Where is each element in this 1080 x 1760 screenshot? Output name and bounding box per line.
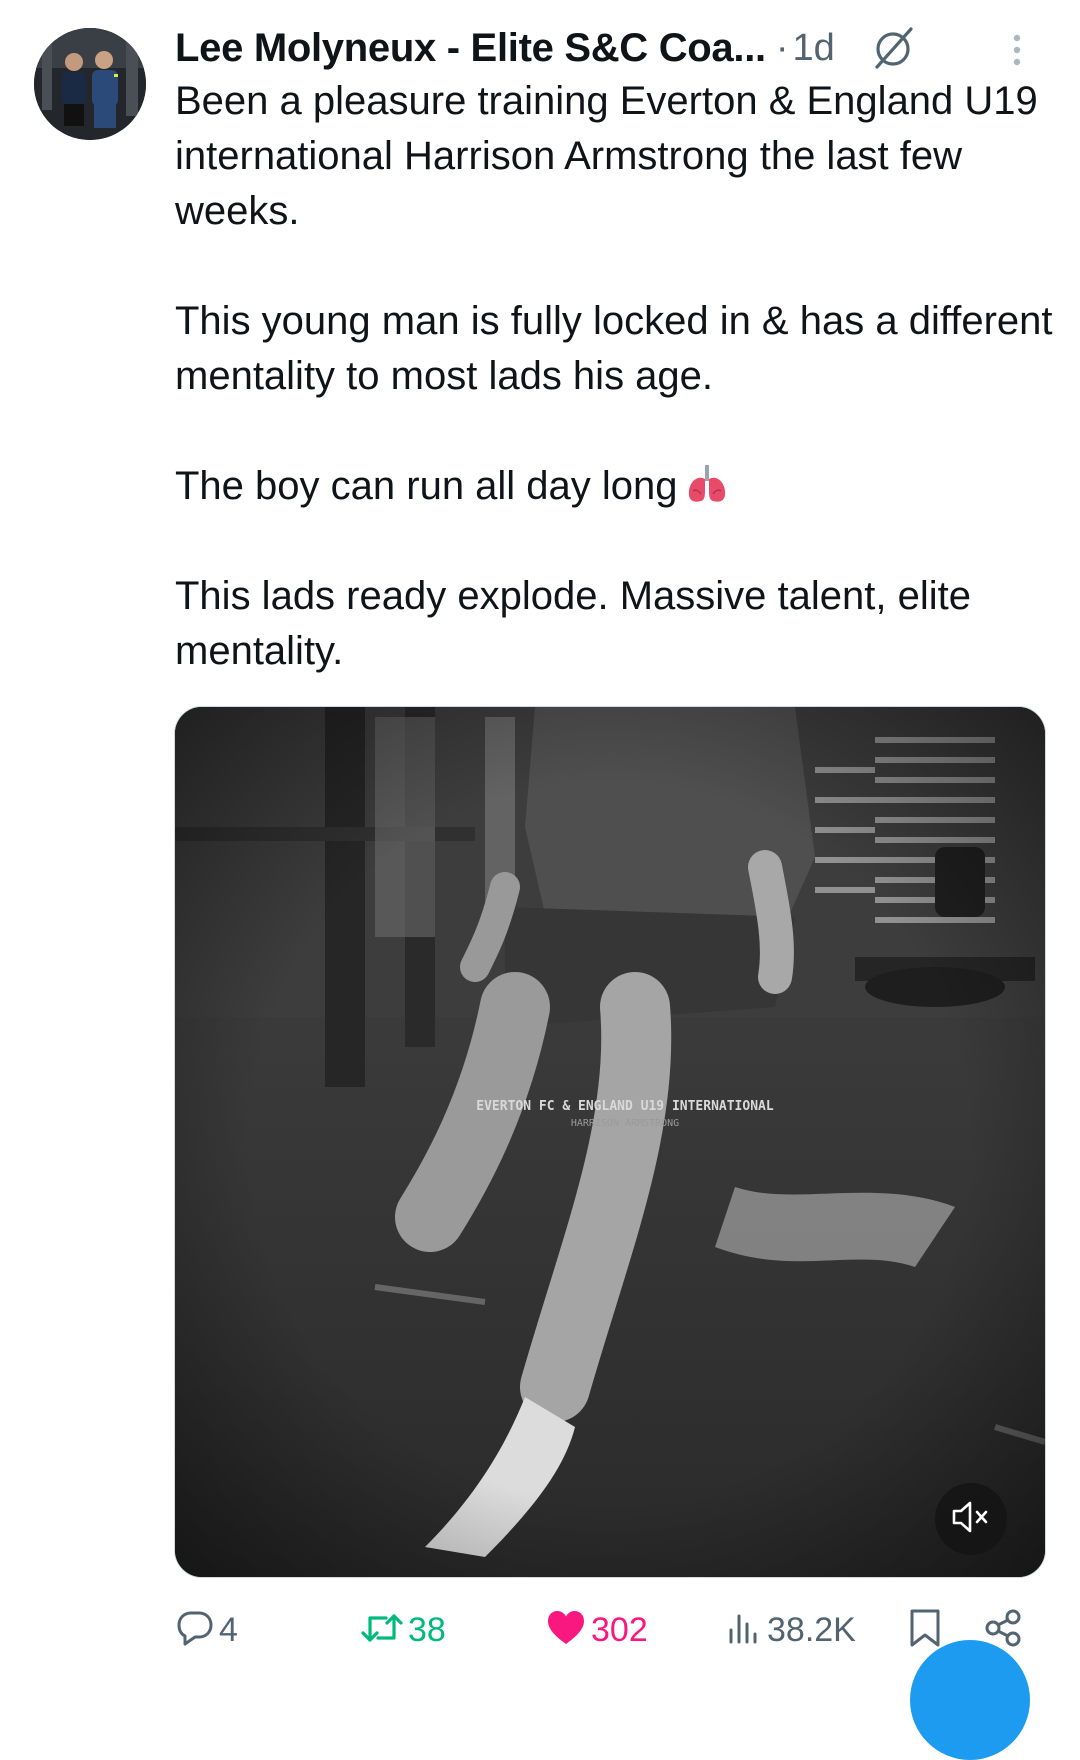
post-paragraph-3: The boy can run all day long <box>175 459 1055 514</box>
grok-icon[interactable] <box>871 25 917 71</box>
tweet: Lee Molyneux - Elite S&C Coa... · 1d Bee… <box>0 0 1080 1760</box>
repost-button[interactable]: 38 <box>360 1600 446 1660</box>
post-paragraph-2: This young man is fully locked in & has … <box>175 299 1053 398</box>
views-button[interactable]: 38.2K <box>723 1600 856 1660</box>
mute-button[interactable] <box>935 1483 1007 1555</box>
overlay-line-1: EVERTON FC & ENGLAND U19 INTERNATIONAL <box>476 1099 774 1114</box>
like-count: 302 <box>591 1610 648 1649</box>
reply-count: 4 <box>219 1610 238 1649</box>
post-paragraph-1: Been a pleasure training Everton & Engla… <box>175 79 1038 233</box>
volume-muted-icon <box>951 1500 991 1539</box>
post-paragraph-4: This lads ready explode. Massive talent,… <box>175 574 971 673</box>
video-player[interactable]: EVERTON FC & ENGLAND U19 INTERNATIONAL H… <box>174 706 1046 1578</box>
avatar[interactable] <box>34 28 146 140</box>
compose-fab[interactable] <box>910 1640 1030 1760</box>
repost-count: 38 <box>408 1610 446 1649</box>
post-text: Been a pleasure training Everton & Engla… <box>175 74 1055 679</box>
post-paragraph-3-text: The boy can run all day long <box>175 464 678 508</box>
bookmark-icon <box>907 1607 943 1654</box>
heart-icon <box>545 1608 587 1653</box>
views-icon <box>723 1608 763 1653</box>
video-overlay-caption: EVERTON FC & ENGLAND U19 INTERNATIONAL H… <box>445 1099 805 1129</box>
reply-button[interactable]: 4 <box>175 1600 238 1660</box>
post-header: Lee Molyneux - Elite S&C Coa... · 1d <box>175 18 1055 78</box>
author-name[interactable]: Lee Molyneux - Elite S&C Coa... <box>175 26 766 71</box>
video-frame <box>175 707 1045 1577</box>
more-vertical-icon[interactable] <box>1007 30 1027 70</box>
lungs-icon <box>684 461 730 507</box>
like-button[interactable]: 302 <box>545 1600 648 1660</box>
post-time[interactable]: 1d <box>792 27 834 70</box>
retweet-icon <box>360 1608 404 1653</box>
reply-icon <box>175 1608 215 1653</box>
separator-dot: · <box>775 26 789 69</box>
action-bar: 4 38 302 38.2K <box>175 1600 1055 1660</box>
overlay-line-2: HARRISON ARMSTRONG <box>570 1118 680 1129</box>
views-count: 38.2K <box>767 1610 856 1649</box>
